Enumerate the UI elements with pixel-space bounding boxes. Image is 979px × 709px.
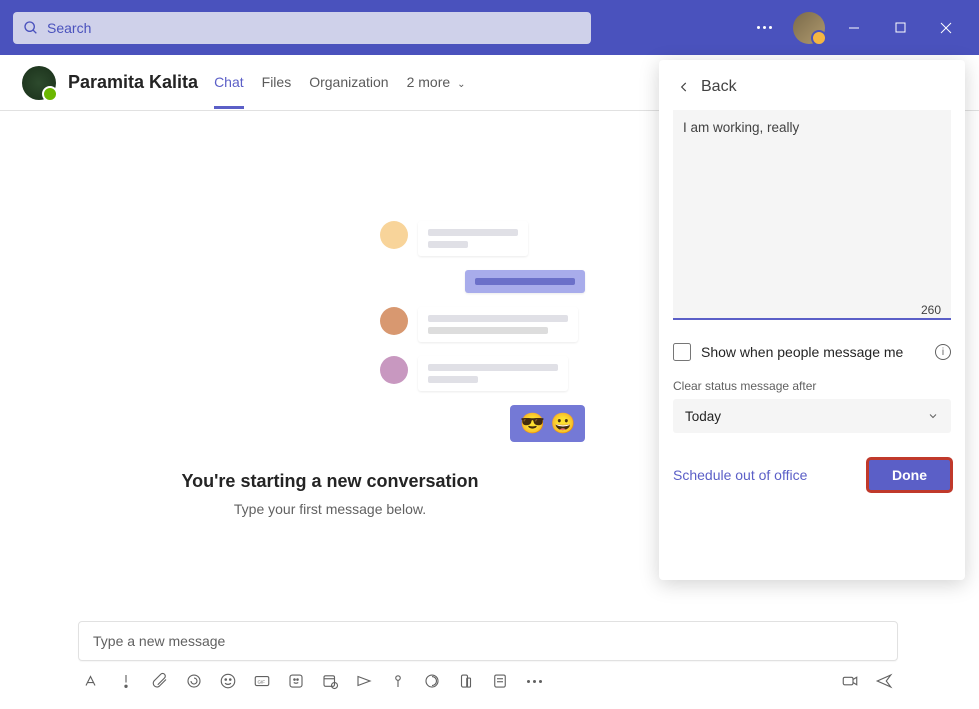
window-close-button[interactable] <box>923 0 969 55</box>
viva-icon[interactable] <box>422 671 442 691</box>
tab-more[interactable]: 2 more ⌄ <box>407 56 466 109</box>
person-avatar[interactable] <box>22 66 56 100</box>
titlebar: Search <box>0 0 979 55</box>
search-icon <box>23 20 39 36</box>
new-conversation-title: You're starting a new conversation <box>0 471 660 492</box>
illustration-emoji: 😎 😀 <box>510 405 585 442</box>
char-count: 260 <box>921 303 941 317</box>
stream-icon[interactable] <box>354 671 374 691</box>
compose-toolbar: GIF <box>78 671 898 691</box>
compose-input[interactable]: Type a new message <box>78 621 898 661</box>
updates-icon[interactable] <box>456 671 476 691</box>
new-conversation-subtitle: Type your first message below. <box>0 501 660 517</box>
polls-icon[interactable] <box>490 671 510 691</box>
window-minimize-button[interactable] <box>831 0 877 55</box>
info-icon[interactable]: i <box>935 344 951 360</box>
done-button[interactable]: Done <box>868 459 951 491</box>
clear-after-value: Today <box>685 409 721 424</box>
show-when-message-checkbox[interactable] <box>673 343 691 361</box>
search-placeholder: Search <box>47 20 91 36</box>
chat-tabs: Chat Files Organization 2 more ⌄ <box>214 56 465 109</box>
clear-after-label: Clear status message after <box>673 379 951 393</box>
compose-area: Type a new message GIF <box>78 621 898 691</box>
illustration-avatar <box>380 221 408 249</box>
chevron-left-icon <box>677 80 691 94</box>
attach-icon[interactable] <box>150 671 170 691</box>
chat-illustration: 😎 😀 <box>380 221 585 456</box>
sticker-icon[interactable] <box>286 671 306 691</box>
schedule-out-of-office-link[interactable]: Schedule out of office <box>673 467 807 483</box>
show-when-message-row[interactable]: Show when people message me i <box>673 343 951 361</box>
back-button[interactable]: Back <box>673 74 951 100</box>
gif-icon[interactable]: GIF <box>252 671 272 691</box>
schedule-icon[interactable] <box>320 671 340 691</box>
illustration-avatar <box>380 356 408 384</box>
minimize-icon <box>848 22 860 34</box>
chevron-down-icon <box>927 410 939 422</box>
more-options-button[interactable] <box>741 0 787 55</box>
more-icon <box>757 26 772 29</box>
window-maximize-button[interactable] <box>877 0 923 55</box>
status-message-input[interactable] <box>673 110 951 320</box>
status-message-panel: Back 260 Show when people message me i C… <box>659 60 965 580</box>
tab-more-label: 2 more <box>407 74 451 90</box>
clear-after-dropdown[interactable]: Today <box>673 399 951 433</box>
loop-icon[interactable] <box>184 671 204 691</box>
tab-organization[interactable]: Organization <box>309 56 388 109</box>
tab-chat[interactable]: Chat <box>214 56 244 109</box>
compose-placeholder: Type a new message <box>93 633 225 649</box>
search-input[interactable]: Search <box>13 12 591 44</box>
more-apps-icon[interactable] <box>524 671 544 691</box>
priority-icon[interactable] <box>116 671 136 691</box>
video-clip-icon[interactable] <box>840 671 860 691</box>
svg-text:GIF: GIF <box>258 679 266 684</box>
approval-icon[interactable] <box>388 671 408 691</box>
current-user-avatar[interactable] <box>793 12 825 44</box>
emoji-icon[interactable] <box>218 671 238 691</box>
format-icon[interactable] <box>82 671 102 691</box>
send-icon[interactable] <box>874 671 894 691</box>
person-name: Paramita Kalita <box>68 72 198 93</box>
maximize-icon <box>895 22 906 33</box>
illustration-avatar <box>380 307 408 335</box>
tab-files[interactable]: Files <box>262 56 292 109</box>
chevron-down-icon: ⌄ <box>457 79 465 90</box>
back-label: Back <box>701 78 737 96</box>
close-icon <box>940 22 952 34</box>
show-when-message-label: Show when people message me <box>701 344 903 360</box>
chat-main-area: 😎 😀 You're starting a new conversation T… <box>0 111 660 651</box>
